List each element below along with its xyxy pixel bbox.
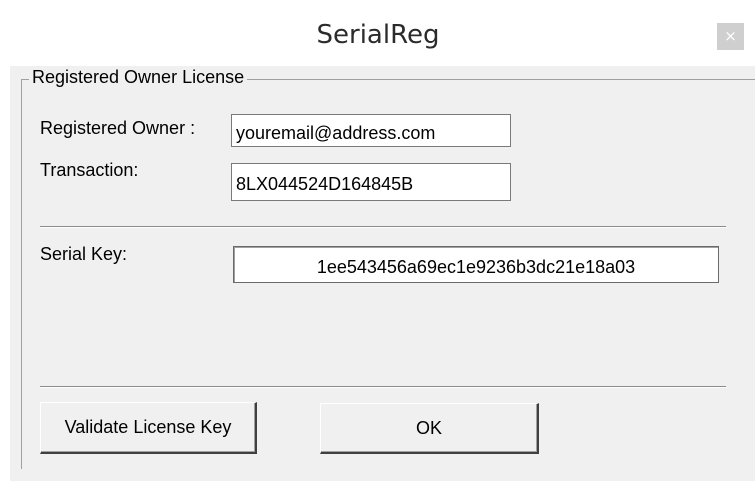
- title-bar[interactable]: SerialReg ×: [0, 0, 756, 74]
- groupbox-legend: Registered Owner License: [29, 67, 248, 88]
- registered-owner-label: Registered Owner :: [40, 118, 196, 138]
- separator-bottom: [40, 386, 726, 388]
- close-icon: ×: [724, 27, 737, 45]
- dialog-window: SerialReg × Registered Owner License Reg…: [0, 0, 756, 491]
- serial-key-input[interactable]: [233, 246, 719, 283]
- validate-license-key-label: Validate License Key: [64, 417, 232, 437]
- validate-license-key-button[interactable]: Validate License Key: [40, 402, 257, 454]
- separator-top: [40, 226, 726, 228]
- ok-button[interactable]: OK: [320, 403, 539, 454]
- close-button[interactable]: ×: [717, 23, 744, 50]
- transaction-label: Transaction:: [40, 160, 139, 180]
- serial-key-label: Serial Key:: [40, 244, 128, 264]
- ok-label: OK: [415, 418, 442, 438]
- transaction-input[interactable]: [231, 163, 511, 201]
- window-title: SerialReg: [316, 20, 440, 50]
- registered-owner-input[interactable]: [231, 114, 511, 147]
